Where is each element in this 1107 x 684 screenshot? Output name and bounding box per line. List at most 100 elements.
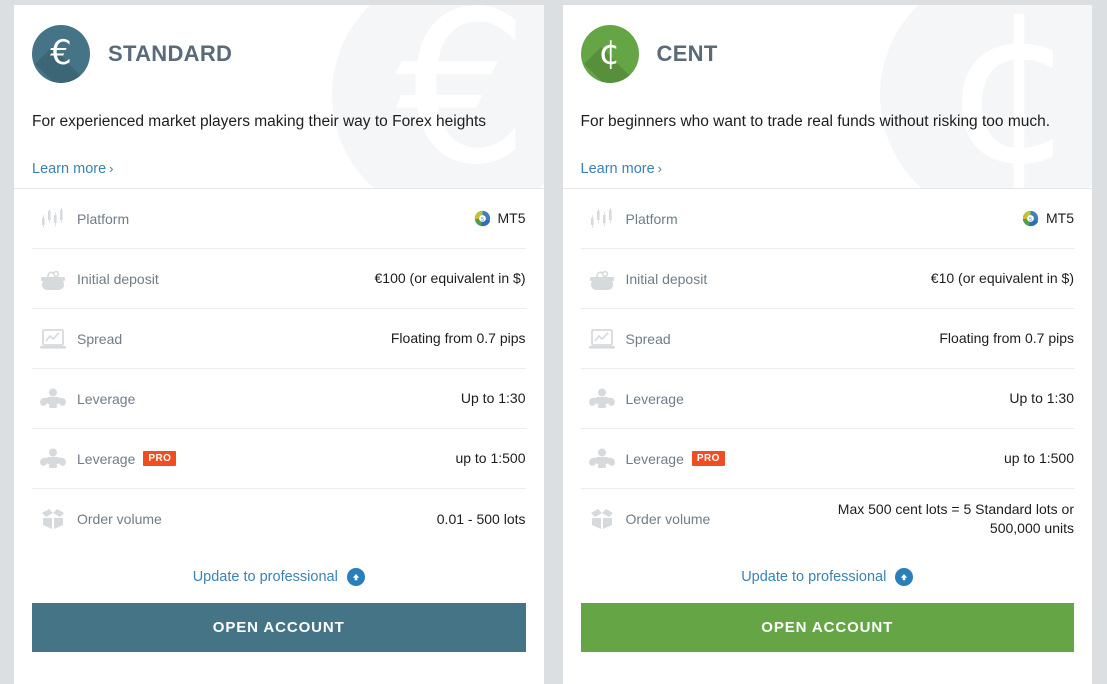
open-box-icon: [32, 502, 74, 536]
spec-row: Order volume 0.01 - 500 lots: [32, 489, 526, 549]
spec-value: €10 (or equivalent in $): [931, 269, 1074, 288]
svg-text:5: 5: [481, 217, 484, 223]
spec-value-text: MT5: [1046, 210, 1074, 227]
laptop-chart-icon: [581, 322, 623, 356]
spec-label-text: Leverage: [625, 390, 684, 407]
spec-value: 5 MT5: [474, 209, 526, 228]
spec-row: Platform 5 MT5: [580, 189, 1074, 249]
spec-label-text: Initial deposit: [625, 270, 708, 287]
spec-label: Leverage PRO: [623, 451, 1004, 467]
card-header-row: ¢ CENT: [580, 25, 1075, 83]
account-card-cent: ¢ ¢ CENT For beginners who want to trade…: [562, 5, 1093, 684]
learn-more-link[interactable]: Learn more ›: [581, 161, 663, 177]
spec-value-text: €10 (or equivalent in $): [930, 270, 1074, 287]
spec-value: Floating from 0.7 pips: [939, 329, 1074, 348]
card-header: € € STANDARD For experienced market play…: [14, 5, 544, 188]
spec-row: Spread Floating from 0.7 pips: [32, 309, 526, 369]
spec-row: Order volume Max 500 cent lots = 5 Stand…: [581, 489, 1074, 549]
wallet-icon: [581, 262, 623, 296]
spec-row: Spread Floating from 0.7 pips: [580, 309, 1074, 369]
card-description: For experienced market players making th…: [32, 113, 487, 130]
spec-value-text: MT5: [497, 210, 526, 227]
euro-badge-icon: €: [32, 25, 90, 83]
svg-text:5: 5: [1029, 217, 1032, 223]
candlestick-chart-icon: [581, 202, 623, 236]
spec-row: Initial deposit €10 (or equivalent in $): [580, 249, 1074, 309]
update-professional-label[interactable]: Update to professional: [193, 569, 338, 585]
spec-label-text: Leverage: [77, 390, 136, 407]
spec-label-text: Spread: [77, 330, 123, 347]
spec-label-text: Initial deposit: [77, 270, 159, 287]
spec-row: Platform 5 MT5: [32, 189, 526, 249]
spec-row: Initial deposit €100 (or equivalent in $…: [32, 249, 526, 309]
pro-badge: PRO: [691, 451, 725, 466]
wallet-icon: [32, 262, 74, 296]
learn-more-label: Learn more: [32, 160, 107, 177]
card-title: CENT: [656, 41, 718, 66]
cent-badge-icon: ¢: [580, 25, 639, 83]
learn-more-link[interactable]: Learn more ›: [32, 161, 114, 177]
spec-value: €100 (or equivalent in $): [375, 269, 526, 288]
spec-label: Platform: [74, 211, 474, 227]
spec-value: Max 500 cent lots = 5 Standard lots or 5…: [834, 500, 1074, 538]
spec-label: Leverage PRO: [74, 451, 455, 467]
card-title: STANDARD: [108, 41, 233, 66]
spec-value-text: €100 (or equivalent in $): [374, 270, 526, 287]
spec-value-text: 0.01 - 500 lots: [436, 510, 526, 527]
open-account-button[interactable]: OPEN ACCOUNT: [580, 603, 1074, 652]
account-types-comparison: € € STANDARD For experienced market play…: [0, 0, 1107, 684]
specs-table: Platform 5 MT5 Initial deposit: [563, 189, 1093, 549]
spec-value: 5 MT5: [1022, 209, 1074, 228]
spec-label: Leverage: [623, 391, 1010, 407]
update-professional-label[interactable]: Update to professional: [741, 569, 886, 585]
spec-label-text: Leverage: [625, 450, 684, 467]
spec-label-text: Order volume: [77, 511, 162, 527]
spec-label: Order volume: [74, 511, 437, 527]
spec-label-text: Platform: [77, 210, 130, 227]
spec-value: Floating from 0.7 pips: [391, 329, 526, 348]
spec-label-text: Spread: [625, 330, 671, 347]
spec-label: Order volume: [623, 511, 835, 527]
spec-label-text: Order volume: [625, 511, 711, 527]
spec-value-text: up to 1:500: [455, 450, 526, 467]
chevron-right-icon: ›: [109, 160, 114, 176]
spec-value-text: Floating from 0.7 pips: [939, 330, 1074, 347]
spec-value-text: Floating from 0.7 pips: [390, 330, 526, 347]
spec-value-text: Up to 1:30: [1009, 390, 1074, 407]
account-card-standard: € € STANDARD For experienced market play…: [14, 5, 544, 684]
spec-label: Platform: [623, 211, 1023, 227]
spec-label: Initial deposit: [623, 271, 931, 287]
spec-value: up to 1:500: [455, 449, 525, 468]
spec-label-text: Platform: [625, 210, 678, 227]
arrow-up-circle-icon[interactable]: [346, 567, 365, 586]
spec-row: Leverage Up to 1:30: [580, 369, 1074, 429]
candlestick-chart-icon: [32, 202, 74, 236]
spec-value: Up to 1:30: [1009, 389, 1074, 408]
spec-value: 0.01 - 500 lots: [437, 510, 526, 529]
spec-label: Spread: [74, 331, 391, 347]
spec-label: Leverage: [74, 391, 461, 407]
spec-label: Spread: [623, 331, 940, 347]
chevron-right-icon: ›: [657, 160, 662, 176]
spec-row: Leverage PRO up to 1:500: [32, 429, 526, 489]
card-header: ¢ ¢ CENT For beginners who want to trade…: [563, 5, 1092, 188]
update-to-professional[interactable]: Update to professional: [14, 550, 544, 603]
spec-label: Initial deposit: [74, 271, 375, 287]
strongman-icon: [32, 382, 74, 416]
mt5-logo-icon: 5: [1022, 210, 1039, 227]
update-to-professional[interactable]: Update to professional: [563, 550, 1093, 603]
card-description: For beginners who want to trade real fun…: [580, 113, 1051, 130]
spec-value-text: Up to 1:30: [460, 390, 526, 407]
spec-row: Leverage PRO up to 1:500: [580, 429, 1074, 489]
strongman-icon: [581, 382, 623, 416]
card-header-row: € STANDARD: [32, 25, 526, 83]
strongman-icon: [32, 442, 74, 476]
laptop-chart-icon: [32, 322, 74, 356]
arrow-up-circle-icon[interactable]: [895, 567, 914, 586]
strongman-icon: [581, 442, 623, 476]
spec-value: Up to 1:30: [461, 389, 526, 408]
spec-value-text: Max 500 cent lots = 5 Standard lots or 5…: [837, 501, 1074, 536]
open-account-button[interactable]: OPEN ACCOUNT: [32, 603, 526, 652]
spec-row: Leverage Up to 1:30: [32, 369, 526, 429]
learn-more-label: Learn more: [580, 160, 655, 177]
